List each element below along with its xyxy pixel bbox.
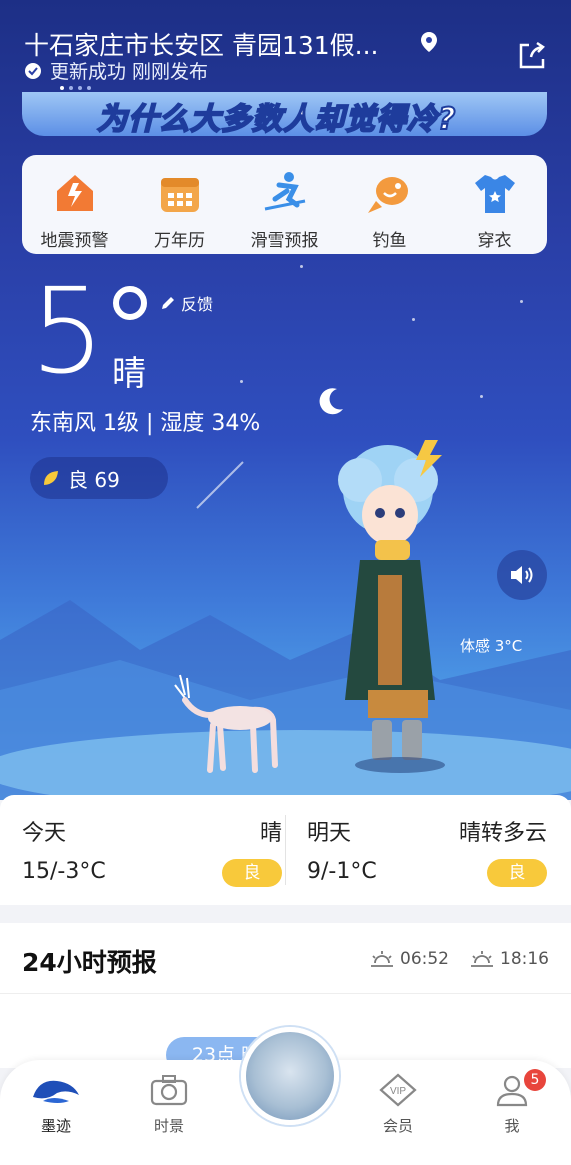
aqi-badge[interactable]: 良 69 [30, 457, 168, 499]
skier-icon [264, 172, 305, 211]
update-status-text: 更新成功 刚刚发布 [50, 61, 209, 83]
tool-label: 地震预警 [40, 231, 109, 251]
tool-label: 穿衣 [477, 231, 512, 251]
tab-label: 会员 [382, 1117, 413, 1135]
forecast-today[interactable]: 今天 晴 15/-3°C 良 [22, 795, 282, 905]
tshirt-icon [474, 175, 515, 213]
tab-label: 我 [504, 1117, 520, 1135]
hourly-title: 24小时预报 [22, 948, 157, 977]
aqi-text: 良 69 [68, 467, 120, 492]
notification-badge: 5 [524, 1069, 546, 1091]
promo-banner[interactable]: 为什么大多数人却觉得冷? [22, 92, 547, 136]
day-condition: 晴 [259, 821, 282, 846]
tool-fishing[interactable]: 钓鱼 [337, 155, 442, 254]
tab-scenes[interactable]: 时景 [129, 1073, 209, 1136]
day-name: 明天 [307, 821, 352, 846]
center-weather-orb[interactable] [241, 1027, 339, 1125]
tools-panel: 地震预警 万年历 滑雪预报 钓鱼 穿衣 [22, 155, 547, 254]
tab-vip[interactable]: VIP 会员 [358, 1073, 438, 1136]
tool-ski[interactable]: 滑雪预报 [232, 155, 337, 254]
sunset-time: 18:16 [500, 949, 549, 969]
vip-icon: VIP [379, 1073, 417, 1107]
tool-clothing[interactable]: 穿衣 [442, 155, 547, 254]
leaf-icon [44, 471, 58, 485]
svg-text:VIP: VIP [390, 1086, 406, 1097]
pencil-icon [162, 297, 174, 309]
camera-icon [150, 1075, 188, 1106]
feedback-button[interactable]: 反馈 [160, 291, 213, 315]
tool-label: 万年历 [154, 231, 205, 251]
feels-like: 体感 3°C [460, 637, 523, 655]
day-name: 今天 [22, 821, 67, 846]
character-illustration [338, 440, 445, 773]
location-pin-icon[interactable] [420, 31, 438, 53]
tool-label: 钓鱼 [372, 231, 407, 251]
tab-label: 时景 [153, 1117, 184, 1135]
sunset: 18:16 [470, 949, 549, 969]
check-circle-icon [25, 62, 41, 79]
day-temp: 9/-1°C [307, 859, 377, 884]
calendar-icon [160, 178, 199, 212]
air-quality-badge: 良 [222, 859, 282, 887]
daily-forecast-card[interactable]: 今天 晴 15/-3°C 良 明天 晴转多云 9/-1°C 良 [0, 795, 571, 905]
degree-symbol [113, 286, 147, 320]
banner-pagination [60, 86, 91, 90]
moji-logo-icon [33, 1080, 79, 1103]
forecast-tomorrow[interactable]: 明天 晴转多云 9/-1°C 良 [307, 795, 547, 905]
speaker-icon [511, 566, 533, 584]
feedback-label: 反馈 [181, 295, 214, 314]
current-temperature: 5 [30, 262, 106, 400]
tool-calendar[interactable]: 万年历 [127, 155, 232, 254]
divider [285, 815, 286, 885]
divider [0, 993, 571, 994]
update-status: 更新成功 刚刚发布 [24, 57, 208, 84]
day-temp: 15/-3°C [22, 859, 106, 884]
day-condition: 晴转多云 [458, 821, 547, 846]
sunset-icon [471, 951, 493, 967]
tool-label: 滑雪预报 [250, 231, 319, 251]
tab-moji[interactable]: 墨迹 [16, 1073, 96, 1136]
voice-broadcast-button[interactable] [497, 550, 547, 600]
deer-illustration [174, 674, 278, 773]
air-quality-badge: 良 [487, 859, 547, 887]
current-condition: 晴 [112, 354, 146, 394]
top-bar: 十石家庄市长安区 青园131假... 更新成功 刚刚发布 [0, 0, 571, 95]
sunrise-icon [371, 951, 393, 967]
banner-text: 为什么大多数人却觉得冷? [96, 101, 457, 136]
fish-icon [367, 177, 408, 213]
wind-humidity: 东南风 1级 | 湿度 34% [30, 411, 261, 436]
sunrise: 06:52 [370, 949, 449, 969]
share-icon[interactable] [517, 41, 547, 71]
tab-label: 墨迹 [40, 1117, 71, 1135]
sunrise-time: 06:52 [400, 949, 449, 969]
house-alert-icon [56, 175, 93, 211]
tool-earthquake[interactable]: 地震预警 [22, 155, 127, 254]
